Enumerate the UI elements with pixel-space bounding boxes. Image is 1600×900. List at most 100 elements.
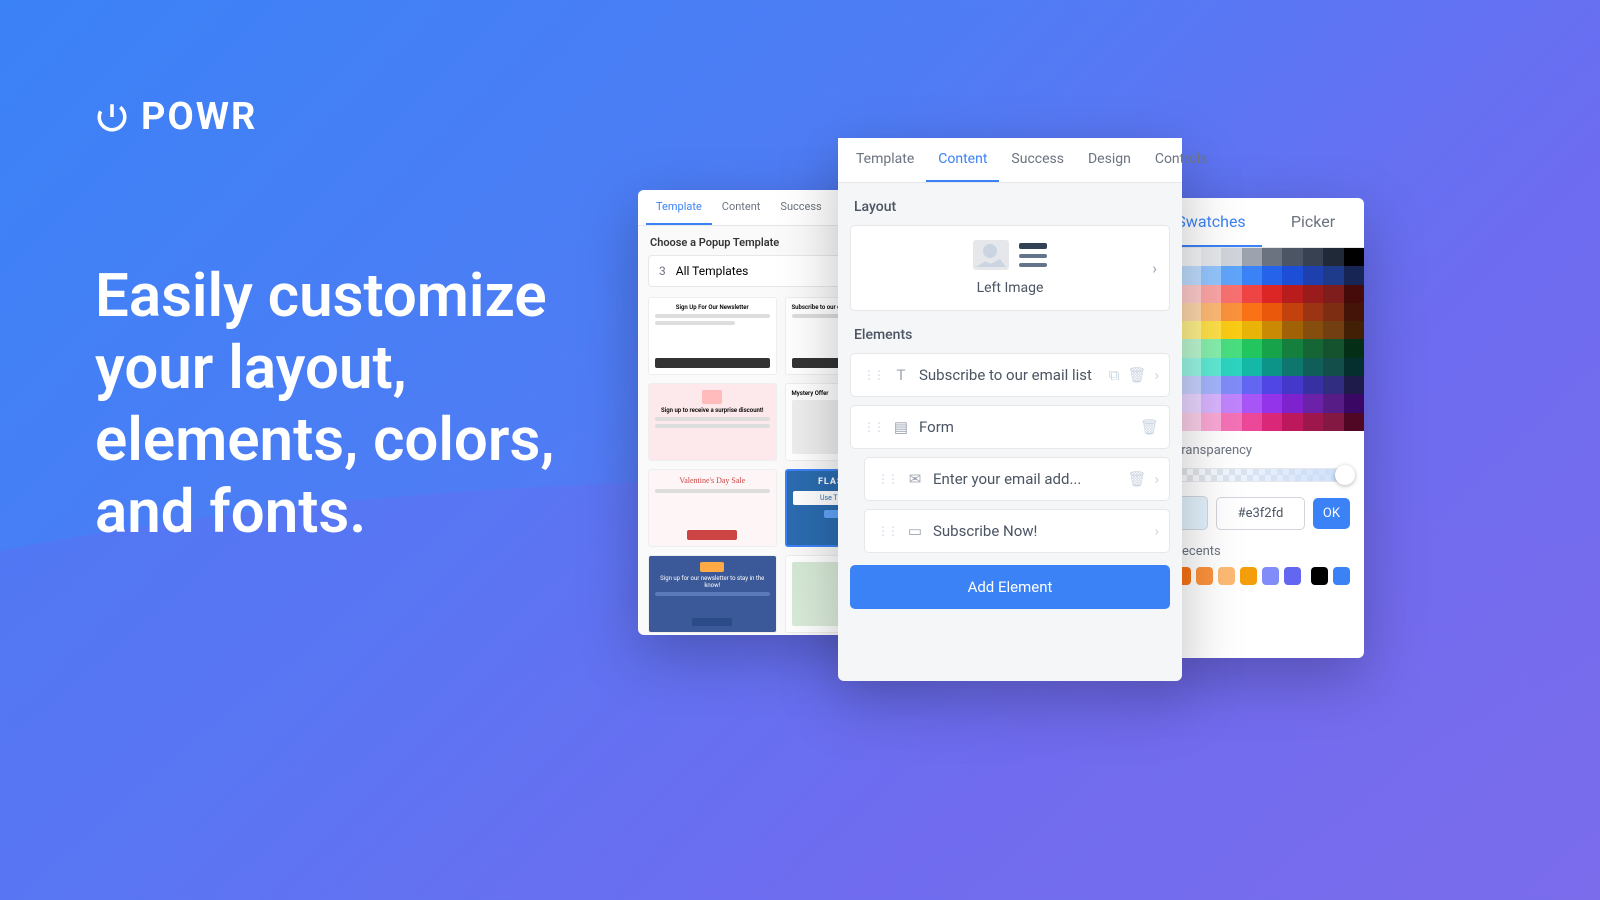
swatch[interactable] xyxy=(1323,339,1343,357)
tab-template-sm[interactable]: Template xyxy=(646,190,712,225)
swatch[interactable] xyxy=(1201,321,1221,339)
swatch[interactable] xyxy=(1303,339,1323,357)
swatch[interactable] xyxy=(1282,303,1302,321)
swatch[interactable] xyxy=(1323,394,1343,412)
swatch[interactable] xyxy=(1323,266,1343,284)
swatch[interactable] xyxy=(1262,266,1282,284)
template-card[interactable]: Sign up for our newsletter to stay in th… xyxy=(648,555,777,633)
swatch[interactable] xyxy=(1180,358,1200,376)
drag-handle-icon[interactable]: ⋮⋮ xyxy=(863,420,883,434)
swatch[interactable] xyxy=(1180,303,1200,321)
swatch[interactable] xyxy=(1344,266,1364,284)
swatch[interactable] xyxy=(1303,303,1323,321)
trash-icon[interactable]: 🗑 xyxy=(1127,470,1146,488)
recent-swatch[interactable] xyxy=(1218,567,1235,585)
swatch[interactable] xyxy=(1242,303,1262,321)
swatch[interactable] xyxy=(1303,321,1323,339)
swatch[interactable] xyxy=(1180,321,1200,339)
element-button-row[interactable]: ⋮⋮ ▭ Subscribe Now! › xyxy=(864,509,1170,553)
layout-selector[interactable]: Left Image › xyxy=(850,225,1170,311)
swatch[interactable] xyxy=(1201,285,1221,303)
swatch[interactable] xyxy=(1344,376,1364,394)
swatch[interactable] xyxy=(1242,339,1262,357)
swatch[interactable] xyxy=(1282,413,1302,431)
swatch[interactable] xyxy=(1262,303,1282,321)
swatch[interactable] xyxy=(1201,376,1221,394)
swatch[interactable] xyxy=(1180,339,1200,357)
swatch[interactable] xyxy=(1344,321,1364,339)
recent-swatch[interactable] xyxy=(1262,567,1279,585)
template-card[interactable]: Valentine's Day Sale xyxy=(648,469,777,547)
swatch[interactable] xyxy=(1262,394,1282,412)
swatch[interactable] xyxy=(1323,413,1343,431)
element-form-row[interactable]: ⋮⋮ ▤ Form 🗑 xyxy=(850,405,1170,449)
swatch[interactable] xyxy=(1282,394,1302,412)
recent-swatch[interactable] xyxy=(1240,567,1257,585)
swatch[interactable] xyxy=(1242,285,1262,303)
swatch[interactable] xyxy=(1242,321,1262,339)
swatch[interactable] xyxy=(1344,285,1364,303)
swatch[interactable] xyxy=(1201,358,1221,376)
swatch[interactable] xyxy=(1282,285,1302,303)
swatch[interactable] xyxy=(1282,321,1302,339)
add-element-button[interactable]: Add Element xyxy=(850,565,1170,609)
swatch[interactable] xyxy=(1221,358,1241,376)
swatch[interactable] xyxy=(1180,376,1200,394)
swatch[interactable] xyxy=(1262,376,1282,394)
swatch[interactable] xyxy=(1344,413,1364,431)
drag-handle-icon[interactable]: ⋮⋮ xyxy=(877,524,897,538)
trash-icon[interactable]: 🗑 xyxy=(1140,418,1159,436)
swatch[interactable] xyxy=(1303,376,1323,394)
ok-button[interactable]: OK xyxy=(1313,498,1350,529)
swatch[interactable] xyxy=(1262,248,1282,266)
swatch[interactable] xyxy=(1180,413,1200,431)
swatch[interactable] xyxy=(1242,248,1262,266)
transparency-slider[interactable] xyxy=(1174,468,1350,482)
recent-swatch[interactable] xyxy=(1284,567,1301,585)
tab-template[interactable]: Template xyxy=(844,138,926,182)
swatch[interactable] xyxy=(1323,303,1343,321)
swatch[interactable] xyxy=(1344,394,1364,412)
drag-handle-icon[interactable]: ⋮⋮ xyxy=(877,472,897,486)
swatch[interactable] xyxy=(1201,339,1221,357)
swatch[interactable] xyxy=(1242,266,1262,284)
swatch[interactable] xyxy=(1262,321,1282,339)
swatch[interactable] xyxy=(1221,321,1241,339)
swatch[interactable] xyxy=(1303,285,1323,303)
copy-icon[interactable]: ⧉ xyxy=(1109,366,1120,384)
swatch[interactable] xyxy=(1221,339,1241,357)
swatch[interactable] xyxy=(1201,394,1221,412)
swatch[interactable] xyxy=(1180,394,1200,412)
swatch[interactable] xyxy=(1344,339,1364,357)
tab-content-sm[interactable]: Content xyxy=(712,190,771,225)
swatch[interactable] xyxy=(1303,266,1323,284)
swatch[interactable] xyxy=(1221,413,1241,431)
swatch[interactable] xyxy=(1221,394,1241,412)
tab-design[interactable]: Design xyxy=(1076,138,1143,182)
swatch[interactable] xyxy=(1344,358,1364,376)
swatch[interactable] xyxy=(1303,394,1323,412)
tab-success-sm[interactable]: Success xyxy=(770,190,831,225)
tab-controls[interactable]: Controls xyxy=(1143,138,1220,182)
slider-handle[interactable] xyxy=(1335,465,1355,485)
swatch[interactable] xyxy=(1242,413,1262,431)
swatch[interactable] xyxy=(1282,248,1302,266)
swatch[interactable] xyxy=(1262,358,1282,376)
swatch[interactable] xyxy=(1221,285,1241,303)
swatch[interactable] xyxy=(1282,376,1302,394)
swatch[interactable] xyxy=(1201,266,1221,284)
swatch[interactable] xyxy=(1282,358,1302,376)
drag-handle-icon[interactable]: ⋮⋮ xyxy=(863,368,883,382)
swatch[interactable] xyxy=(1180,248,1200,266)
swatch[interactable] xyxy=(1344,303,1364,321)
swatch[interactable] xyxy=(1180,266,1200,284)
swatch[interactable] xyxy=(1201,248,1221,266)
recent-swatch[interactable] xyxy=(1196,567,1213,585)
swatch[interactable] xyxy=(1282,266,1302,284)
template-card[interactable]: Sign Up For Our Newsletter xyxy=(648,297,777,375)
element-email-row[interactable]: ⋮⋮ ✉ Enter your email add... 🗑› xyxy=(864,457,1170,501)
recent-swatch[interactable] xyxy=(1333,567,1350,585)
swatch[interactable] xyxy=(1242,394,1262,412)
swatch[interactable] xyxy=(1221,303,1241,321)
swatch[interactable] xyxy=(1201,413,1221,431)
